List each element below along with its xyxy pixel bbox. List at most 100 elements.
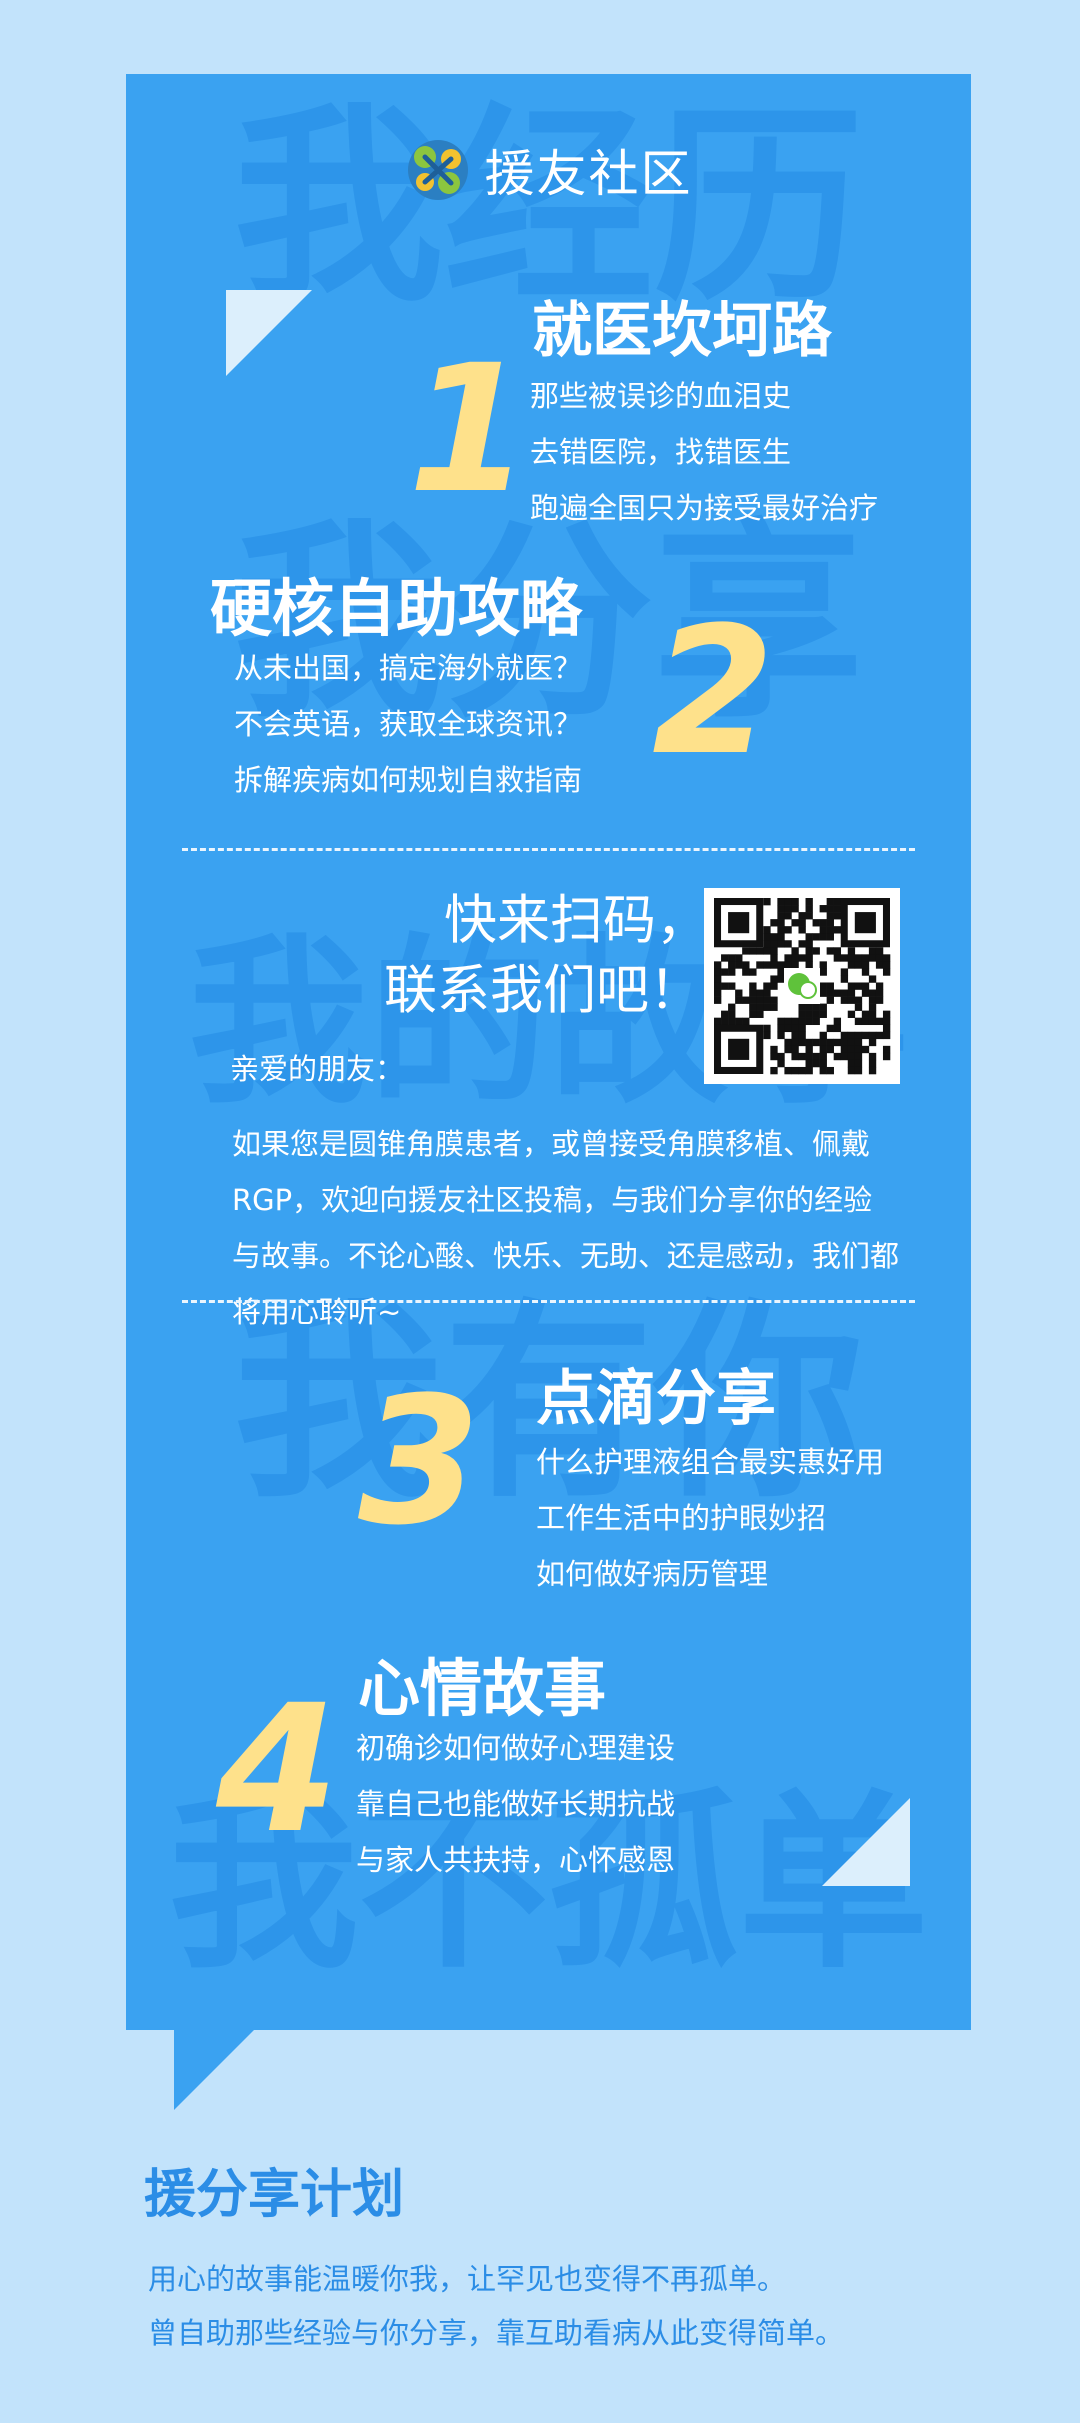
qr-module bbox=[791, 1045, 799, 1054]
qr-module bbox=[875, 982, 884, 990]
qr-module bbox=[833, 947, 842, 955]
qr-module bbox=[861, 1045, 870, 1054]
qr-module bbox=[805, 898, 813, 906]
qr-module bbox=[798, 1010, 806, 1018]
qr-module bbox=[721, 968, 729, 976]
qr-module bbox=[721, 1017, 729, 1026]
qr-module bbox=[833, 989, 842, 997]
section-1-line-3: 跑遍全国只为接受最好治疗 bbox=[530, 491, 879, 525]
qr-module bbox=[791, 961, 799, 969]
qr-module bbox=[882, 1024, 891, 1033]
section-3-number: 3 bbox=[358, 1359, 481, 1564]
qr-module bbox=[812, 1010, 820, 1018]
qr-module bbox=[840, 954, 849, 962]
section-2-line-1: 从未出国，搞定海外就医？ bbox=[234, 651, 583, 685]
qr-module bbox=[854, 1003, 863, 1011]
section-1-line-1: 那些被误诊的血泪史 bbox=[530, 379, 792, 413]
qr-module bbox=[791, 898, 799, 906]
qr-module bbox=[714, 975, 722, 983]
qr-module bbox=[805, 912, 813, 920]
qr-module bbox=[819, 926, 827, 934]
qr-module bbox=[826, 1038, 834, 1047]
brand-logo: 援友社区 bbox=[126, 134, 971, 207]
qr-module bbox=[728, 1017, 736, 1026]
qr-module bbox=[868, 954, 877, 962]
qr-module bbox=[868, 996, 877, 1004]
qr-module bbox=[798, 1066, 806, 1075]
qr-module bbox=[798, 919, 806, 927]
qr-module bbox=[770, 940, 778, 948]
qr-module bbox=[714, 961, 722, 969]
qr-module bbox=[826, 1066, 834, 1075]
section-4-line-1: 初确诊如何做好心理建设 bbox=[356, 1731, 676, 1765]
qr-module bbox=[777, 933, 785, 941]
qr-module bbox=[840, 1038, 849, 1047]
qr-module bbox=[749, 968, 757, 976]
qr-module bbox=[819, 1031, 827, 1040]
qr-module bbox=[770, 919, 778, 927]
qr-module bbox=[847, 1052, 856, 1061]
qr-module bbox=[756, 989, 764, 997]
poster-panel: 我经历 我分享 我的故事 我有你 我不孤单 援友社区 1 就医坎坷路 那些被误诊… bbox=[126, 74, 971, 2030]
section-2-number: 2 bbox=[652, 589, 775, 794]
logo-icon bbox=[407, 140, 468, 200]
qr-module bbox=[812, 1017, 820, 1026]
qr-module bbox=[798, 1031, 806, 1040]
qr-module bbox=[798, 940, 806, 948]
qr-module bbox=[777, 912, 785, 920]
qr-module bbox=[875, 996, 884, 1004]
qr-module bbox=[826, 926, 834, 934]
qr-module bbox=[763, 926, 771, 934]
qr-module bbox=[819, 961, 827, 969]
section-1-title: 就医坎坷路 bbox=[532, 296, 832, 366]
qr-module bbox=[819, 1052, 827, 1061]
qr-module bbox=[861, 1017, 870, 1026]
qr-module bbox=[854, 1031, 863, 1040]
section-3-line-3: 如何做好病历管理 bbox=[536, 1557, 769, 1591]
qr-module bbox=[819, 989, 827, 997]
qr-module bbox=[805, 1066, 813, 1075]
qr-module bbox=[798, 1052, 806, 1061]
qr-module bbox=[791, 919, 799, 927]
qr-module bbox=[784, 905, 792, 913]
qr-finder bbox=[728, 1038, 750, 1060]
qr-module bbox=[868, 1017, 877, 1026]
qr-module bbox=[882, 954, 891, 962]
qr-finder bbox=[728, 912, 750, 934]
qr-module bbox=[777, 1017, 785, 1026]
qr-module bbox=[735, 961, 743, 969]
qr-module bbox=[735, 954, 743, 962]
qr-module bbox=[882, 1052, 891, 1061]
qr-module bbox=[728, 968, 736, 976]
qr-code[interactable] bbox=[704, 888, 900, 1084]
qr-module bbox=[875, 954, 884, 962]
qr-module bbox=[770, 1052, 778, 1061]
footer-line-2: 曾自助那些经验与你分享，靠互助看病从此变得简单。 bbox=[148, 2316, 845, 2350]
qr-module bbox=[798, 1017, 806, 1026]
section-1-number: 1 bbox=[408, 327, 531, 532]
qr-finder bbox=[854, 912, 876, 934]
qr-module bbox=[805, 1045, 813, 1054]
qr-module bbox=[847, 982, 856, 990]
qr-module bbox=[735, 1017, 743, 1026]
qr-module bbox=[798, 1024, 806, 1033]
qr-module bbox=[875, 961, 884, 969]
speech-bubble-tail bbox=[174, 2028, 256, 2110]
qr-module bbox=[882, 1031, 891, 1040]
qr-module bbox=[812, 1038, 820, 1047]
qr-module bbox=[847, 1066, 856, 1075]
qr-module bbox=[861, 954, 870, 962]
qr-module bbox=[840, 989, 849, 997]
qr-module bbox=[763, 1024, 771, 1033]
wechat-icon bbox=[784, 968, 820, 1004]
qr-module bbox=[861, 982, 870, 990]
qr-module bbox=[826, 933, 834, 941]
qr-module bbox=[805, 1003, 813, 1011]
qr-module bbox=[833, 954, 842, 962]
qr-module bbox=[763, 1031, 771, 1040]
qr-module bbox=[777, 961, 785, 969]
qr-module bbox=[777, 1052, 785, 1061]
qr-module bbox=[805, 961, 813, 969]
qr-module bbox=[882, 1017, 891, 1026]
qr-module bbox=[875, 1031, 884, 1040]
